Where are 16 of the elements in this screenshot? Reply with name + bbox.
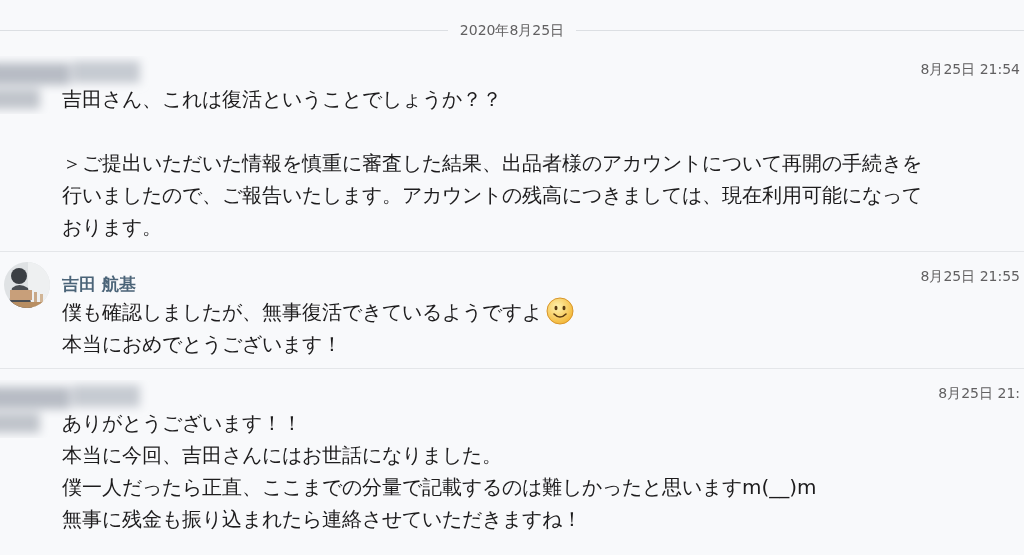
message-line: 本当に今回、吉田さんにはお世話になりました。: [62, 443, 502, 467]
message-line: 僕も確認しましたが、無事復活できているようですよ: [62, 300, 542, 324]
date-divider: 2020年8月25日: [458, 20, 566, 40]
message-line: ありがとうございます！！: [62, 411, 302, 435]
smiley-icon: [546, 297, 574, 325]
message-time: 8月25日 21:55: [920, 267, 1021, 286]
message-line: ＞ご提出いただいた情報を慎重に審査した結果、出品者様のアカウントについて再開の手続きを: [62, 151, 922, 175]
message-line: 行いましたので、ご報告いたします。アカウントの残高につきましては、現在利用可能になって: [62, 183, 922, 207]
message-line: 僕一人だったら正直、ここまでの分量で記載するのは難しかったと思いますm(__)m: [62, 475, 817, 499]
message-line: おります。: [62, 215, 162, 239]
sender-name: 吉田 航基: [62, 273, 136, 297]
message-time: 8月25日 21:54: [920, 60, 1021, 79]
message-line: 本当におめでとうございます！: [62, 332, 342, 356]
message-line: 吉田さん、これは復活ということでしょうか？？: [62, 87, 502, 111]
message-time: 8月25日 21:: [938, 384, 1021, 403]
message-line: 無事に残金も振り込まれたら連絡させていただきますね！: [62, 507, 582, 531]
